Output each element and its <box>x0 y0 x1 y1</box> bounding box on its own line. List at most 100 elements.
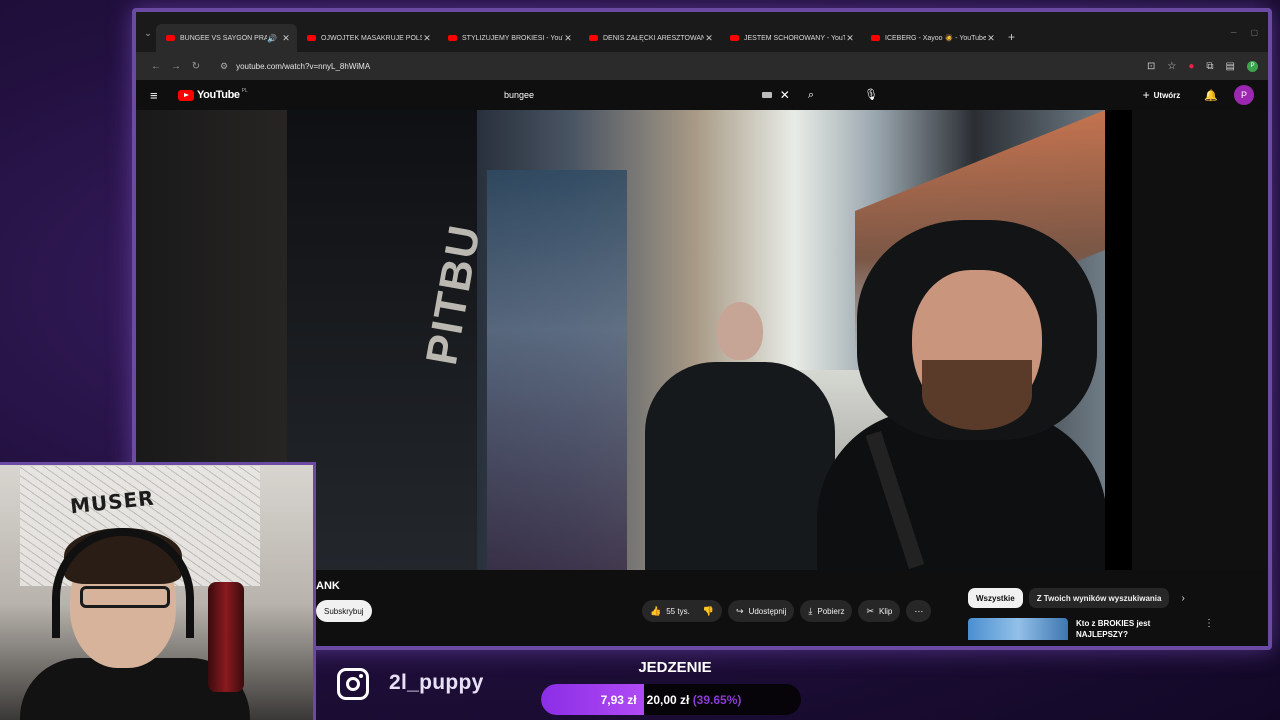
thumbs-down-icon[interactable]: 👎 <box>703 606 714 617</box>
video-frame[interactable]: PITBU <box>287 110 1105 570</box>
youtube-favicon-icon <box>448 35 457 41</box>
tab-close-icon[interactable]: ✕ <box>281 33 291 44</box>
tab-close-icon[interactable]: ✕ <box>704 33 714 44</box>
extension-badge-icon[interactable]: ● <box>1188 61 1194 72</box>
tab-label: BUNGEE VS SAYGON PRAN <box>180 34 268 42</box>
person-right <box>817 220 1105 570</box>
related-title[interactable]: Kto z BROKIES jest NAJLEPSZY? <box>1076 618 1186 640</box>
menu-hamburger-icon[interactable]: ≡ <box>150 88 170 103</box>
plus-icon: + <box>1142 88 1150 102</box>
create-button[interactable]: + Utwórz <box>1135 84 1189 106</box>
reload-icon[interactable]: ↻ <box>186 61 206 72</box>
speaker-icon[interactable]: 🔊 <box>267 34 277 43</box>
region-code: PL <box>241 88 248 94</box>
scissors-icon: ✂ <box>866 605 875 616</box>
donation-goal-text: 7,93 zł 20,00 zł (39.65%) <box>541 684 801 715</box>
download-icon: ⤓ <box>808 605 813 616</box>
url-field[interactable]: ⚙ youtube.com/watch?v=nnyL_8hWiMA <box>212 56 1142 76</box>
clip-label: Klip <box>879 606 893 616</box>
bookmark-star-icon[interactable]: ☆ <box>1167 61 1176 72</box>
tab-iceberg[interactable]: ICEBERG - Xayoo 🧔 - YouTube ✕ <box>861 24 1002 52</box>
tab-label: ICEBERG - Xayoo 🧔 - YouTube <box>885 35 986 42</box>
header-actions: + Utwórz 🔔 P <box>1135 84 1254 106</box>
thumbs-up-icon: 👍 <box>650 605 662 616</box>
tab-label: JESTEM SCHOROWANY - YouTu <box>744 34 845 42</box>
tab-search-chevron-icon[interactable]: ⌄ <box>140 20 156 46</box>
like-count: 55 tys. <box>666 606 690 616</box>
donation-goal-bar: 7,93 zł 20,00 zł (39.65%) <box>541 684 801 715</box>
chip-all[interactable]: Wszystkie <box>968 588 1023 608</box>
clip-button[interactable]: ✂ Klip <box>858 600 901 622</box>
search-box[interactable]: bungee ✕ ⌕ <box>498 83 814 107</box>
tab-close-icon[interactable]: ✕ <box>986 33 996 44</box>
youtube-favicon-icon <box>307 35 316 41</box>
youtube-logo[interactable]: YouTube PL <box>178 88 248 101</box>
instagram-icon <box>337 668 369 700</box>
keyboard-icon[interactable] <box>761 92 772 98</box>
more-dots-icon: ⋯ <box>914 605 924 616</box>
search-icon[interactable]: ⌕ <box>808 89 814 102</box>
webcam-feed: MUSER <box>0 462 316 720</box>
goal-target-amount: 20,00 zł <box>646 692 690 707</box>
tab-close-icon[interactable]: ✕ <box>422 33 432 44</box>
address-bar-row: ← → ↻ ⚙ youtube.com/watch?v=nnyL_8hWiMA … <box>136 52 1268 80</box>
description-divider <box>316 646 956 648</box>
video-actions: 👍 55 tys. 👎 ↪ Udostępnij ⤓ Pobierz ✂ Kli… <box>642 600 932 622</box>
person-left <box>645 300 835 570</box>
create-label: Utwórz <box>1153 90 1181 100</box>
more-actions-button[interactable]: ⋯ <box>906 600 932 622</box>
related-filter-chips: Wszystkie Z Twoich wyników wyszukiwania … <box>968 588 1185 608</box>
related-video-item[interactable]: Kto z BROKIES jest NAJLEPSZY? ⋮ <box>968 618 1214 640</box>
download-button[interactable]: ⤓ Pobierz <box>800 600 853 622</box>
share-button[interactable]: ↪ Udostępnij <box>728 600 795 622</box>
video-title: ANK <box>316 580 340 592</box>
maximize-icon[interactable]: ▢ <box>1250 28 1258 37</box>
youtube-favicon-icon <box>166 35 175 41</box>
tab-ojwojtek[interactable]: OJWOJTEK MASAKRUJE POLSK ✕ <box>297 24 438 52</box>
extensions-puzzle-icon[interactable]: ⧉ <box>1206 61 1213 72</box>
tab-jestem[interactable]: JESTEM SCHOROWANY - YouTu ✕ <box>720 24 861 52</box>
more-vert-icon[interactable]: ⋮ <box>1204 618 1214 640</box>
player-right-bar <box>1132 110 1268 570</box>
account-avatar[interactable]: P <box>1234 85 1254 105</box>
new-tab-plus-icon[interactable]: + <box>1008 30 1015 44</box>
youtube-favicon-icon <box>589 35 598 41</box>
install-app-icon[interactable]: ⊡ <box>1147 61 1155 72</box>
like-button[interactable]: 👍 55 tys. 👎 <box>642 600 723 622</box>
search-input[interactable]: bungee <box>504 90 762 100</box>
instagram-handle: 2l_puppy <box>389 671 484 694</box>
chevron-right-icon[interactable]: › <box>1181 593 1184 604</box>
tab-label: DENIS ZAŁĘCKI ARESZTOWANY <box>603 34 704 42</box>
tab-stylizujemy[interactable]: STYLIZUJEMY BROKIESI - YouTu ✕ <box>438 24 579 52</box>
window-controls: ─ ▢ <box>1231 28 1258 37</box>
url-text: youtube.com/watch?v=nnyL_8hWiMA <box>236 61 371 71</box>
share-arrow-icon: ↪ <box>736 605 744 616</box>
back-arrow-icon[interactable]: ← <box>146 61 166 72</box>
forward-arrow-icon[interactable]: → <box>166 61 186 72</box>
youtube-wordmark: YouTube <box>197 89 240 101</box>
minimize-icon[interactable]: ─ <box>1231 28 1237 37</box>
tab-label: STYLIZUJEMY BROKIESI - YouTu <box>462 34 563 42</box>
tab-close-icon[interactable]: ✕ <box>845 33 855 44</box>
youtube-header: ≡ YouTube PL bungee ✕ ⌕ 🎙 + Utwórz 🔔 P <box>136 80 1268 110</box>
browser-toolbar-icons: ⊡ ☆ ● ⧉ ▤ P <box>1147 60 1258 72</box>
tab-denis[interactable]: DENIS ZAŁĘCKI ARESZTOWANY ✕ <box>579 24 720 52</box>
site-info-icon[interactable]: ⚙ <box>220 61 228 72</box>
related-thumbnail[interactable] <box>968 618 1068 640</box>
youtube-play-icon <box>178 89 194 101</box>
tab-label: OJWOJTEK MASAKRUJE POLSK <box>321 34 422 42</box>
share-label: Udostępnij <box>748 606 787 616</box>
download-label: Pobierz <box>817 606 845 616</box>
clear-search-icon[interactable]: ✕ <box>780 88 790 102</box>
profile-avatar-icon[interactable]: P <box>1247 60 1258 72</box>
tab-bungee[interactable]: BUNGEE VS SAYGON PRAN 🔊 ✕ <box>156 24 297 52</box>
webcam-border <box>0 462 316 720</box>
voice-search-mic-icon[interactable]: 🎙 <box>864 88 878 101</box>
notifications-bell-icon[interactable]: 🔔 <box>1204 89 1218 102</box>
youtube-favicon-icon <box>730 35 739 41</box>
donation-goal-title: JEDZENIE <box>638 659 712 676</box>
side-panel-icon[interactable]: ▤ <box>1226 61 1235 72</box>
tab-close-icon[interactable]: ✕ <box>563 33 573 44</box>
subscribe-button[interactable]: Subskrybuj <box>316 600 372 622</box>
chip-from-search[interactable]: Z Twoich wyników wyszukiwania <box>1028 588 1170 608</box>
